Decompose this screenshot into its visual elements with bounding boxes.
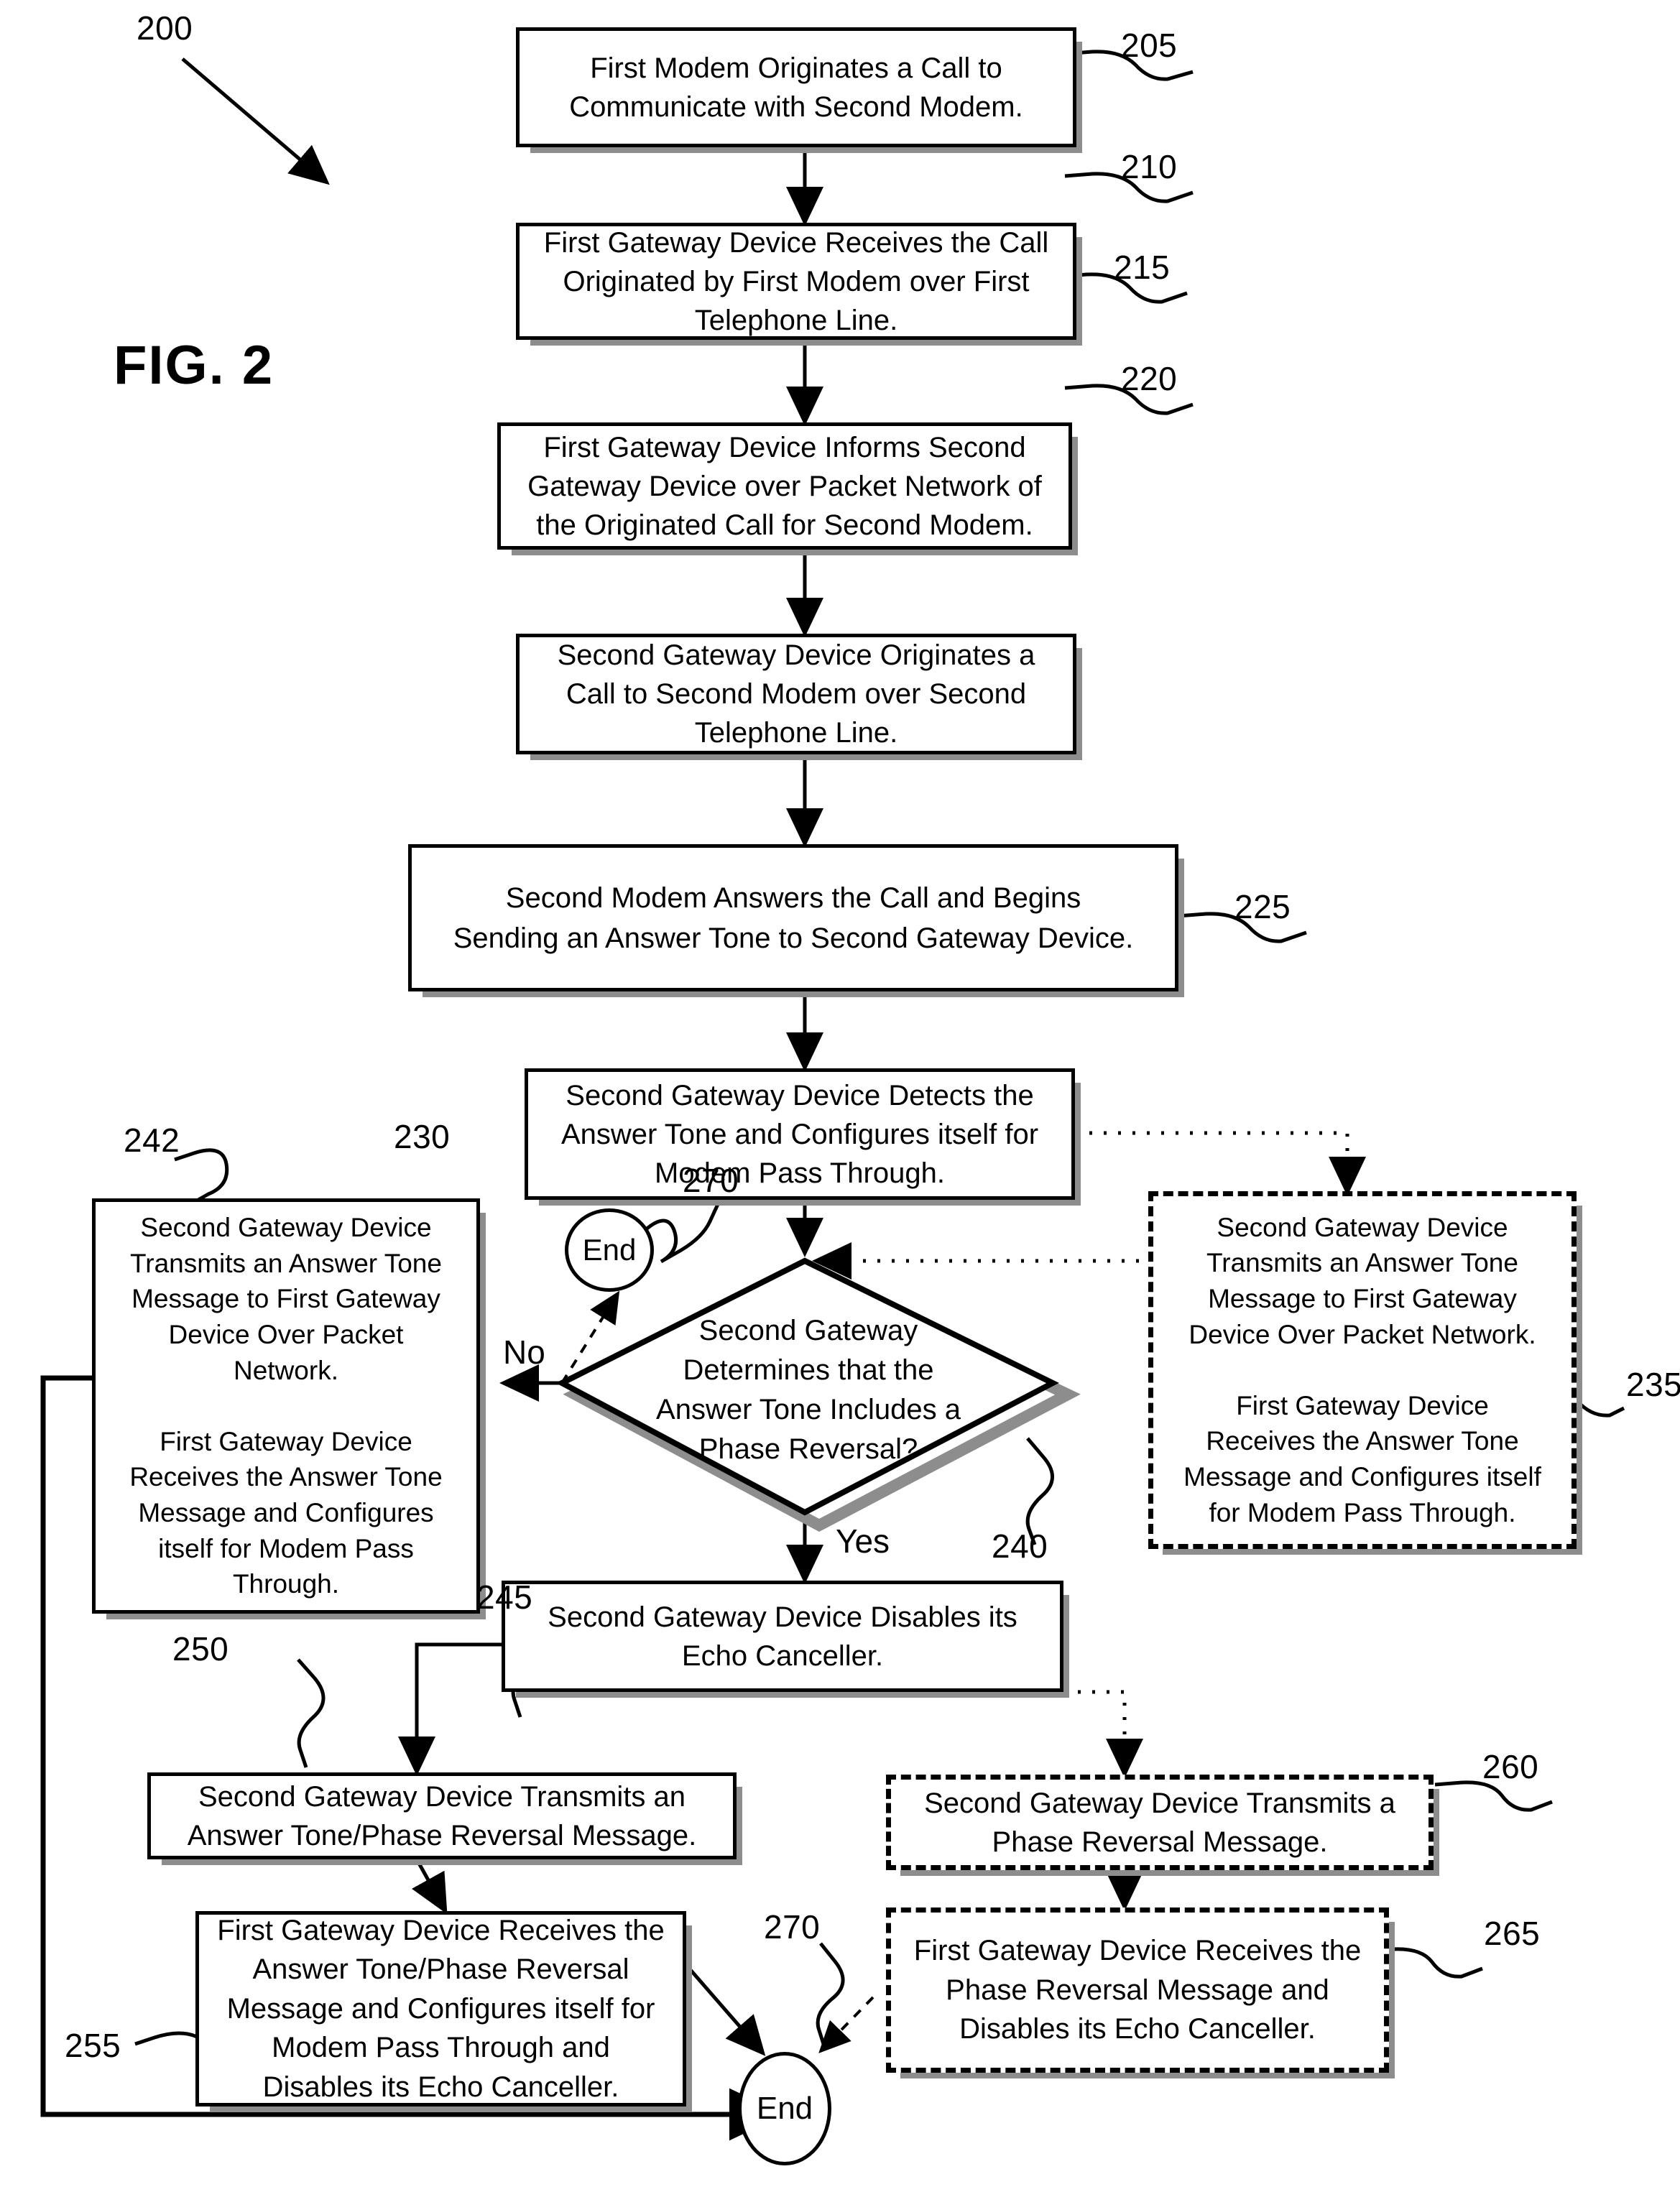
node-235[interactable]: Second Gateway Device Transmits an Answe… [1148,1191,1577,1549]
node-260-text: Second Gateway Device Transmits a Phase … [924,1787,1395,1858]
node-245[interactable]: Second Gateway Device Disables its Echo … [502,1581,1063,1692]
ref-220: 220 [1121,360,1178,397]
ref-270-bottom: 270 [764,1908,821,1946]
patent-figure-canvas: FIG. 2 200 First Modem Originates a Call… [0,0,1680,2192]
node-215[interactable]: First Gateway Device Informs Second Gate… [497,422,1072,550]
node-220-text: Second Gateway Device Originates a Call … [557,639,1035,749]
arrow-245-to-250 [397,1642,503,1776]
terminator-end-bottom[interactable]: End [738,2052,831,2165]
dotted-245-to-260 [1063,1690,1143,1778]
ref-255: 255 [65,2027,121,2064]
branch-label-yes: Yes [836,1522,890,1560]
node-265[interactable]: First Gateway Device Receives the Phase … [886,1907,1389,2073]
leader-260 [1434,1780,1553,1812]
terminator-end-top[interactable]: End [565,1208,654,1292]
reference-leader-lines [134,50,1625,2050]
terminator-end-top-label: End [582,1233,637,1267]
node-242[interactable]: Second Gateway Device Transmits an Answe… [92,1198,480,1614]
ref-200: 200 [137,9,193,47]
node-225-text: Second Modem Answers the Call and Begins… [453,882,1134,954]
ref-242: 242 [124,1122,180,1159]
dotted-230-to-235 [1075,1131,1366,1196]
ref-240: 240 [992,1527,1048,1565]
arrow-255-to-end-bottom [685,1964,766,2056]
terminator-end-bottom-label: End [756,2091,813,2126]
ref-215: 215 [1114,249,1171,286]
node-230-text: Second Gateway Device Detects the Answer… [560,1079,1039,1189]
decision-diamond-240 [555,1257,1081,1532]
ref-250: 250 [172,1630,229,1668]
node-210[interactable]: First Gateway Device Receives the Call O… [516,223,1076,340]
node-260[interactable]: Second Gateway Device Transmits a Phase … [886,1775,1434,1870]
node-255-text: First Gateway Device Receives the Answer… [217,1915,665,2103]
node-245-text: Second Gateway Device Disables its Echo … [548,1601,1017,1672]
ref-230: 230 [394,1118,451,1155]
ref-235: 235 [1626,1366,1680,1403]
ref-270-top: 270 [683,1162,739,1199]
node-255[interactable]: First Gateway Device Receives the Answer… [195,1911,686,2107]
leader-242 [174,1148,229,1208]
node-205[interactable]: First Modem Originates a Call to Communi… [516,27,1076,147]
ref-210: 210 [1121,148,1178,185]
node-210-text: First Gateway Device Receives the Call O… [543,226,1049,336]
node-250-text: Second Gateway Device Transmits an Answe… [187,1780,697,1851]
node-215-text: First Gateway Device Informs Second Gate… [527,431,1042,541]
node-250[interactable]: Second Gateway Device Transmits an Answe… [147,1772,737,1859]
figure-label: FIG. 2 [114,335,274,396]
arrow-250-to-255 [411,1858,448,1915]
node-220[interactable]: Second Gateway Device Originates a Call … [516,634,1076,754]
ref-265: 265 [1484,1915,1541,1952]
node-225[interactable]: Second Modem Answers the Call and Begins… [408,844,1178,991]
ref-245: 245 [476,1578,533,1616]
diagram-ref-arrow [181,57,330,185]
node-230[interactable]: Second Gateway Device Detects the Answer… [525,1068,1075,1200]
node-242-text: Second Gateway Device Transmits an Answe… [129,1213,443,1599]
node-235-text: Second Gateway Device Transmits an Answe… [1183,1212,1541,1527]
ref-225: 225 [1234,888,1291,925]
ref-260: 260 [1482,1748,1539,1785]
leader-270-bottom [816,1942,845,2045]
node-205-text: First Modem Originates a Call to Communi… [569,52,1023,123]
leader-250 [297,1658,326,1768]
ref-205: 205 [1121,27,1178,64]
branch-label-no: No [503,1333,545,1371]
dashed-265-to-end-bottom [818,1996,874,2053]
node-265-text: First Gateway Device Receives the Phase … [913,1935,1362,2045]
